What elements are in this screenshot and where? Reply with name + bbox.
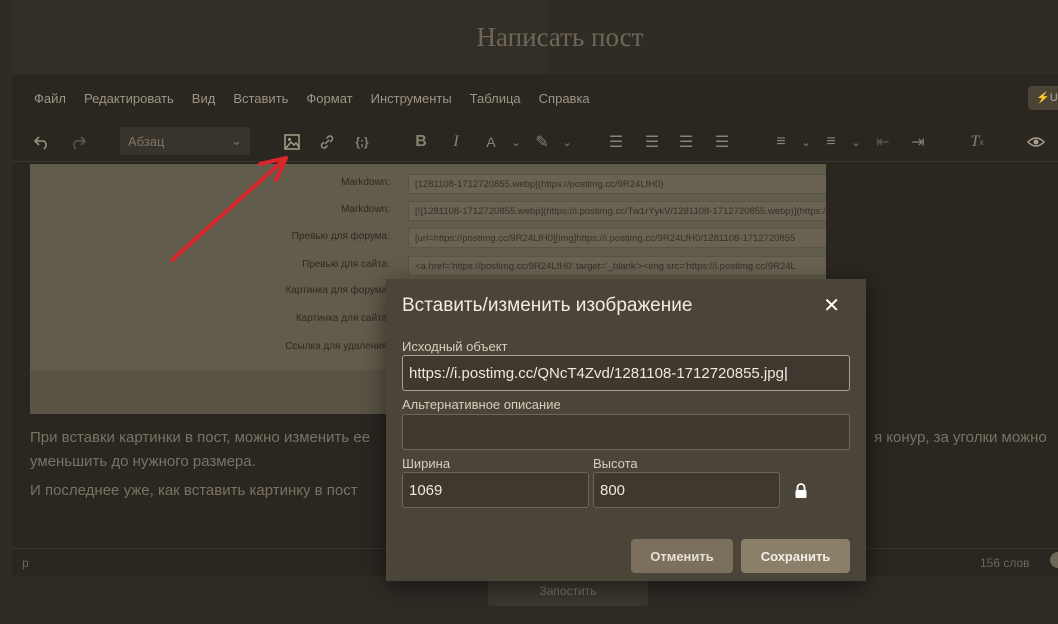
menu-file[interactable]: Файл bbox=[34, 91, 66, 106]
source-url-input[interactable]: https://i.postimg.cc/QNcT4Zvd/1281108-17… bbox=[402, 355, 850, 391]
image-row-label: Ссылка для удаления: bbox=[285, 341, 390, 352]
chevron-down-icon[interactable]: ⌄ bbox=[842, 128, 870, 156]
element-path[interactable]: p bbox=[22, 556, 29, 570]
width-label: Ширина bbox=[402, 456, 451, 471]
height-input[interactable]: 800 bbox=[593, 472, 780, 508]
indent-icon[interactable]: ⇥ bbox=[904, 128, 932, 156]
source-url-value: https://i.postimg.cc/QNcT4Zvd/1281108-17… bbox=[409, 365, 784, 382]
alt-text-input[interactable] bbox=[402, 414, 850, 450]
source-label: Исходный объект bbox=[402, 339, 508, 354]
body-text-line2: уменьшить до нужного размера. bbox=[30, 453, 256, 470]
chevron-down-icon[interactable]: ⌄ bbox=[502, 128, 530, 156]
menu-format[interactable]: Формат bbox=[306, 91, 352, 106]
image-row-label: Превью для сайта: bbox=[302, 259, 390, 270]
chevron-down-icon[interactable]: ⌄ bbox=[792, 128, 820, 156]
menu-table[interactable]: Таблица bbox=[470, 91, 521, 106]
body-text-right: я конур, за уголки можно bbox=[874, 429, 1047, 446]
height-label: Высота bbox=[593, 456, 638, 471]
menu-edit[interactable]: Редактировать bbox=[84, 91, 174, 106]
chevron-down-icon[interactable]: ⌄ bbox=[553, 128, 581, 156]
body-paragraph-line2[interactable]: уменьшить до нужного размера. bbox=[30, 450, 256, 474]
bold-icon[interactable]: B bbox=[407, 128, 435, 156]
align-right-icon[interactable]: ☰ bbox=[672, 128, 700, 156]
menubar: Файл Редактировать Вид Вставить Формат И… bbox=[12, 74, 1058, 122]
image-row-value: [1281108-1712720855.webp](https://postim… bbox=[408, 174, 826, 194]
image-row-value: [url=https://postimg.cc/9R24LfH0][img]ht… bbox=[408, 228, 826, 248]
align-justify-icon[interactable]: ☰ bbox=[708, 128, 736, 156]
cancel-button[interactable]: Отменить bbox=[631, 539, 733, 573]
image-row-value: [![1281108-1712720855.webp](https://i.po… bbox=[408, 201, 826, 221]
close-icon[interactable]: ✕ bbox=[823, 293, 840, 318]
width-input[interactable]: 1069 bbox=[402, 472, 589, 508]
highlight-icon[interactable]: ✎ bbox=[528, 128, 556, 156]
image-row-value: <a href='https://postimg.cc/9R24LfH0' ta… bbox=[408, 256, 826, 276]
code-sample-icon[interactable]: {;} bbox=[348, 128, 376, 156]
italic-icon[interactable]: I bbox=[442, 128, 470, 156]
alt-text-label: Альтернативное описание bbox=[402, 397, 561, 412]
body-text-left: При вставки картинки в пост, можно измен… bbox=[30, 429, 371, 446]
help-icon[interactable] bbox=[1050, 552, 1058, 568]
body-paragraph-tail[interactable]: я конур, за уголки можно bbox=[874, 426, 1047, 450]
chevron-down-icon: ⌄ bbox=[231, 133, 242, 148]
menu-tools[interactable]: Инструменты bbox=[371, 91, 452, 106]
outdent-icon[interactable]: ⇤ bbox=[869, 128, 897, 156]
align-center-icon[interactable]: ☰ bbox=[638, 128, 666, 156]
image-row-label: Markdown: bbox=[341, 204, 390, 215]
preview-eye-icon[interactable] bbox=[1022, 128, 1050, 156]
annotation-arrow-icon bbox=[170, 156, 288, 262]
body-text-para2: И последнее уже, как вставить картинку в… bbox=[30, 482, 358, 499]
image-row-label: Картинка для форума: bbox=[285, 285, 390, 296]
link-icon[interactable] bbox=[313, 128, 341, 156]
save-button[interactable]: Сохранить bbox=[741, 539, 850, 573]
undo-icon[interactable] bbox=[28, 128, 56, 156]
image-row: Markdown: [1281108-1712720855.webp](http… bbox=[30, 172, 826, 196]
height-value: 800 bbox=[600, 482, 626, 499]
image-row: Превью для сайта: <a href='https://posti… bbox=[30, 254, 826, 278]
width-value: 1069 bbox=[409, 482, 443, 499]
dialog-title: Вставить/изменить изображение bbox=[402, 295, 693, 316]
block-format-value: Абзац bbox=[128, 134, 165, 149]
word-count: 156 слов bbox=[980, 556, 1030, 570]
image-row: Markdown: [![1281108-1712720855.webp](ht… bbox=[30, 199, 826, 223]
insert-image-dialog: Вставить/изменить изображение ✕ Исходный… bbox=[386, 279, 866, 581]
clear-formatting-icon[interactable]: Tx bbox=[963, 128, 991, 156]
image-row: Превью для форума: [url=https://postimg.… bbox=[30, 226, 826, 250]
bullet-list-icon[interactable]: ≡ bbox=[767, 128, 795, 156]
upgrade-button[interactable]: ⚡U bbox=[1028, 86, 1058, 110]
text-color-icon[interactable]: A bbox=[477, 128, 505, 156]
menu-view[interactable]: Вид bbox=[192, 91, 216, 106]
body-paragraph-2[interactable]: И последнее уже, как вставить картинку в… bbox=[30, 479, 358, 503]
page-title: Написать пост bbox=[476, 22, 644, 52]
menu-help[interactable]: Справка bbox=[539, 91, 590, 106]
lock-icon[interactable] bbox=[794, 483, 808, 499]
menu-insert[interactable]: Вставить bbox=[233, 91, 288, 106]
image-row-label: Markdown: bbox=[341, 177, 390, 188]
body-paragraph[interactable]: При вставки картинки в пост, можно измен… bbox=[30, 426, 370, 450]
numbered-list-icon[interactable]: ≡ bbox=[817, 128, 845, 156]
image-row-label: Картинка для сайта: bbox=[295, 313, 390, 324]
redo-icon[interactable] bbox=[64, 128, 92, 156]
align-left-icon[interactable]: ☰ bbox=[602, 128, 630, 156]
upgrade-label: U bbox=[1049, 92, 1058, 104]
image-row-label: Превью для форума: bbox=[291, 231, 390, 242]
